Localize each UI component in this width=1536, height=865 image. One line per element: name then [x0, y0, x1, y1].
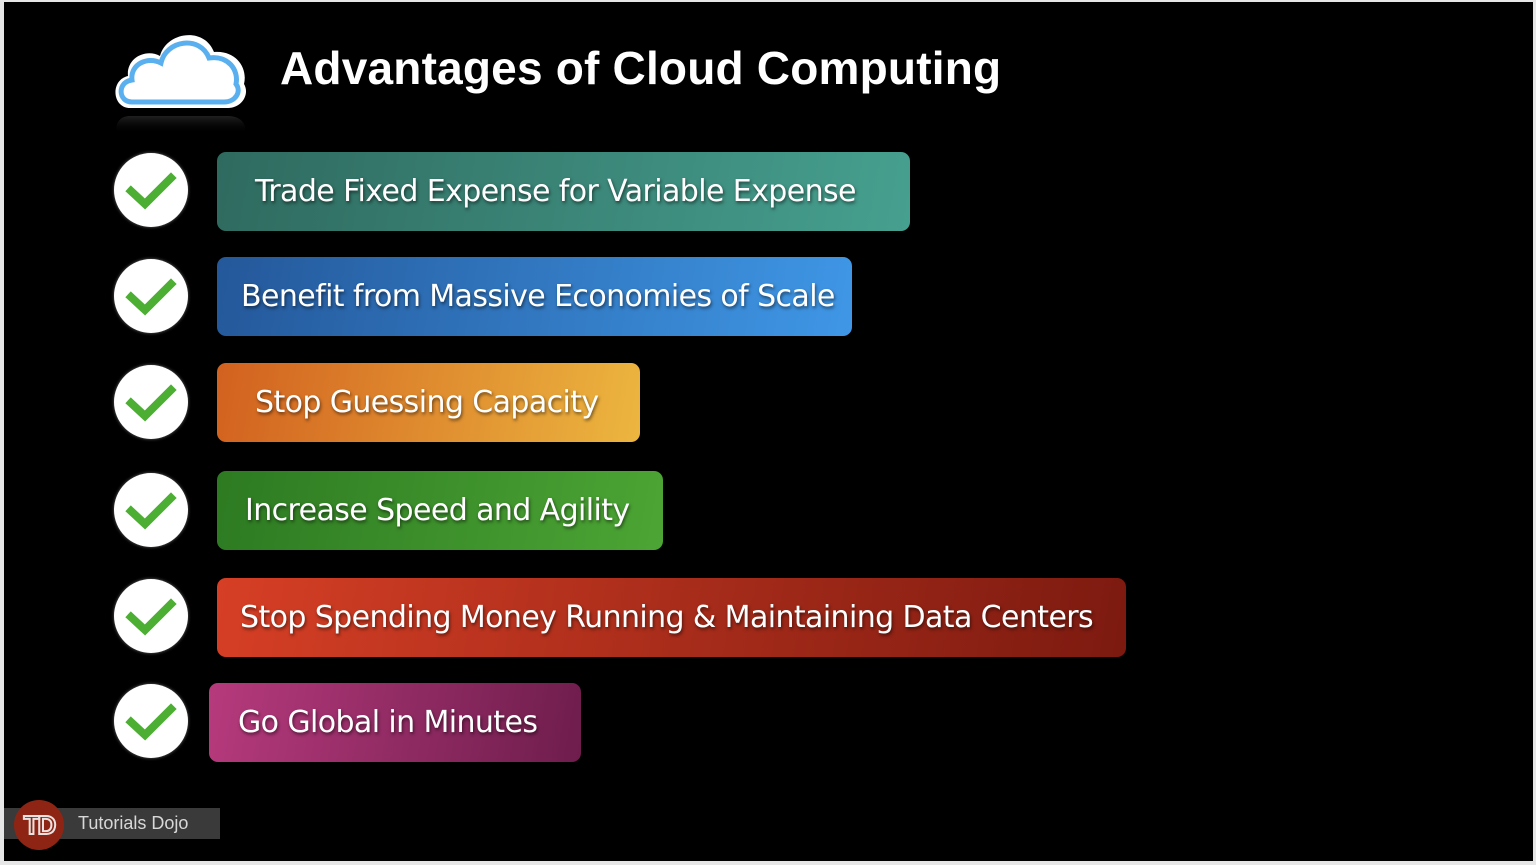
advantage-item-stop-guessing-capacity[interactable]: Stop Guessing Capacity [217, 363, 640, 442]
cloud-icon [115, 35, 247, 134]
slide-frame: Advantages of Cloud Computing Trade Fixe… [4, 2, 1533, 861]
checkmark-icon [114, 153, 188, 227]
advantage-label: Increase Speed and Agility [245, 493, 630, 528]
tutorials-dojo-logo: TD [14, 800, 64, 850]
advantage-label: Benefit from Massive Economies of Scale [241, 279, 835, 314]
checkmark-icon [114, 684, 188, 758]
advantage-label: Stop Spending Money Running & Maintainin… [240, 600, 1094, 635]
watermark-brand: Tutorials Dojo [78, 813, 189, 833]
slide-title: Advantages of Cloud Computing [280, 42, 1002, 94]
checkmark-icon [114, 365, 188, 439]
advantage-item-economies-of-scale[interactable]: Benefit from Massive Economies of Scale [217, 257, 852, 336]
advantage-item-speed-agility[interactable]: Increase Speed and Agility [217, 471, 663, 550]
advantage-item-stop-spending-data-centers[interactable]: Stop Spending Money Running & Maintainin… [217, 578, 1126, 657]
advantage-label: Stop Guessing Capacity [255, 385, 599, 420]
advantage-item-go-global[interactable]: Go Global in Minutes [209, 683, 581, 762]
logo-text: TD [23, 809, 58, 841]
checkmark-icon [114, 579, 188, 653]
checkmark-icon [114, 259, 188, 333]
advantage-label: Go Global in Minutes [238, 705, 538, 740]
advantage-label: Trade Fixed Expense for Variable Expense [255, 174, 856, 209]
checkmark-icon [114, 473, 188, 547]
advantage-item-trade-fixed-expense[interactable]: Trade Fixed Expense for Variable Expense [217, 152, 910, 231]
